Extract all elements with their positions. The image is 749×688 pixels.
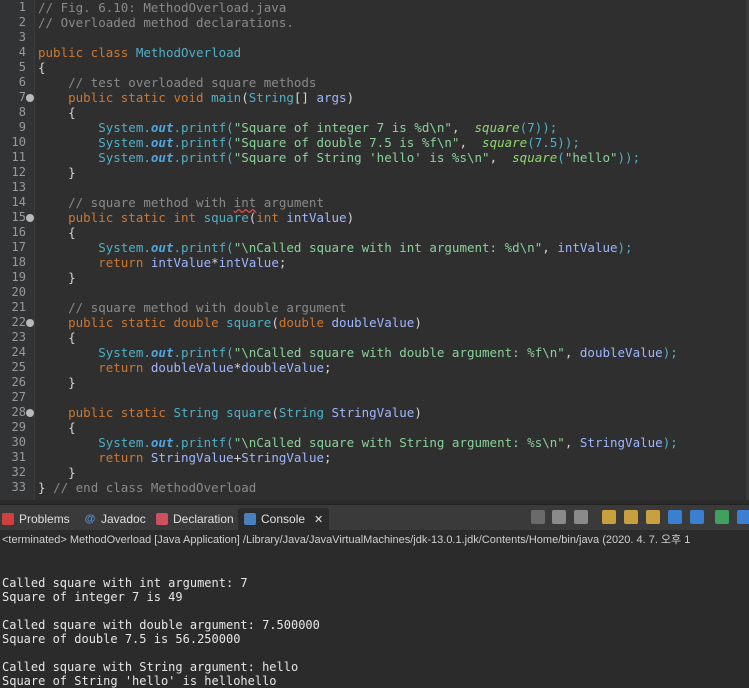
line-number: 2 <box>18 15 26 29</box>
code-line: { <box>38 330 76 345</box>
fold-toggle-icon[interactable] <box>26 409 34 417</box>
console-line: Square of integer 7 is 49 <box>2 590 183 604</box>
console-line: Called square with String argument: hell… <box>2 660 299 674</box>
code-line: { <box>38 105 76 120</box>
line-number: 12 <box>11 165 26 179</box>
problems-icon <box>2 513 14 525</box>
code-line: public static String square(String Strin… <box>38 405 422 420</box>
line-number: 25 <box>11 360 26 374</box>
line-number: 16 <box>11 225 26 239</box>
javadoc-icon: @ <box>84 513 96 525</box>
line-number: 9 <box>18 120 26 134</box>
code-line: // square method with double argument <box>38 300 347 315</box>
console-output[interactable]: Called square with int argument: 7 Square… <box>0 550 749 688</box>
declaration-icon <box>156 513 168 525</box>
line-number: 33 <box>11 480 26 494</box>
new-console-button[interactable] <box>737 510 749 524</box>
code-line: System.out.printf("Square of integer 7 i… <box>38 120 558 135</box>
line-number: 20 <box>11 285 26 299</box>
code-line: } <box>38 165 76 180</box>
console-line: Square of String 'hello' is hellohello <box>2 674 277 688</box>
code-line: public static double square(double doubl… <box>38 315 422 330</box>
line-number: 5 <box>18 60 26 74</box>
line-number: 1 <box>18 0 26 14</box>
tab-declaration[interactable]: Declaration <box>156 508 234 530</box>
code-line: { <box>38 60 46 75</box>
line-number: 10 <box>11 135 26 149</box>
line-number: 28 <box>11 405 26 419</box>
code-line: { <box>38 420 76 435</box>
line-number: 24 <box>11 345 26 359</box>
console-line: Called square with int argument: 7 <box>2 576 248 590</box>
line-number: 11 <box>11 150 26 164</box>
code-line: System.out.printf("\nCalled square with … <box>38 240 633 255</box>
line-number: 13 <box>11 180 26 194</box>
code-line: } <box>38 375 76 390</box>
console-line: Called square with double argument: 7.50… <box>2 618 320 632</box>
line-number: 17 <box>11 240 26 254</box>
line-number: 21 <box>11 300 26 314</box>
code-line: public static void main(String[] args) <box>38 90 355 105</box>
tab-problems[interactable]: Problems <box>2 508 70 530</box>
pin-console-button[interactable] <box>668 510 682 524</box>
console-icon <box>244 513 256 525</box>
line-number: 18 <box>11 255 26 269</box>
line-number: 23 <box>11 330 26 344</box>
fold-toggle-icon[interactable] <box>26 94 34 102</box>
remove-all-button[interactable] <box>574 510 588 524</box>
show-on-output-button[interactable] <box>646 510 660 524</box>
code-line: } <box>38 465 76 480</box>
line-number: 27 <box>11 390 26 404</box>
fold-toggle-icon[interactable] <box>26 214 34 222</box>
close-icon[interactable]: ✕ <box>314 513 323 526</box>
tab-javadoc[interactable]: @ Javadoc <box>84 508 146 530</box>
code-line: System.out.printf("\nCalled square with … <box>38 435 678 450</box>
code-line: return StringValue+StringValue; <box>38 450 332 465</box>
tab-label: Console <box>261 512 306 526</box>
tab-label: Problems <box>19 512 70 526</box>
code-line: // Overloaded method declarations. <box>38 15 294 30</box>
line-number: 19 <box>11 270 26 284</box>
open-console-button[interactable] <box>715 510 729 524</box>
line-number: 31 <box>11 450 26 464</box>
line-number: 30 <box>11 435 26 449</box>
code-line: // test overloaded square methods <box>38 75 317 90</box>
console-status: <terminated> MethodOverload [Java Applic… <box>0 530 749 550</box>
line-number-gutter: 1 2 3 4 5 6 7 8 9 10 11 12 13 14 15 16 17 18 19 20 21 22 23 24 2… <box>0 0 35 500</box>
code-line: // square method with int argument <box>38 195 324 210</box>
line-number: 32 <box>11 465 26 479</box>
fold-toggle-icon[interactable] <box>26 319 34 327</box>
line-number: 3 <box>18 30 26 44</box>
code-line: System.out.printf("\nCalled square with … <box>38 345 678 360</box>
code-line: { <box>38 225 76 240</box>
line-number: 22 <box>11 315 26 329</box>
line-number: 15 <box>11 210 26 224</box>
tab-label: Declaration <box>173 512 234 526</box>
line-number: 26 <box>11 375 26 389</box>
line-number: 14 <box>11 195 26 209</box>
console-line: Square of double 7.5 is 56.250000 <box>2 632 241 646</box>
line-number: 7 <box>18 90 26 104</box>
code-line: // Fig. 6.10: MethodOverload.java <box>38 0 287 15</box>
code-line: return doubleValue*doubleValue; <box>38 360 332 375</box>
scroll-lock-button[interactable] <box>602 510 616 524</box>
word-wrap-button[interactable] <box>624 510 638 524</box>
line-number: 4 <box>18 45 26 59</box>
code-line: System.out.printf("Square of String 'hel… <box>38 150 641 165</box>
code-line: } // end class MethodOverload <box>38 480 257 495</box>
remove-launch-button[interactable] <box>552 510 566 524</box>
code-line: System.out.printf("Square of double 7.5 … <box>38 135 580 150</box>
code-line: return intValue*intValue; <box>38 255 287 270</box>
code-line: public class MethodOverload <box>38 45 242 60</box>
tab-console[interactable]: Console ✕ <box>238 508 330 530</box>
tab-label: Javadoc <box>101 512 146 526</box>
display-console-button[interactable] <box>690 510 704 524</box>
line-number: 8 <box>18 105 26 119</box>
line-number: 29 <box>11 420 26 434</box>
code-line: public static int square(int intValue) <box>38 210 355 225</box>
code-editor[interactable]: 1 2 3 4 5 6 7 8 9 10 11 12 13 14 15 16 17 18 19 20 21 22 23 24 2… <box>0 0 749 500</box>
code-line: } <box>38 270 76 285</box>
line-number: 6 <box>18 75 26 89</box>
terminate-button[interactable] <box>531 510 545 524</box>
